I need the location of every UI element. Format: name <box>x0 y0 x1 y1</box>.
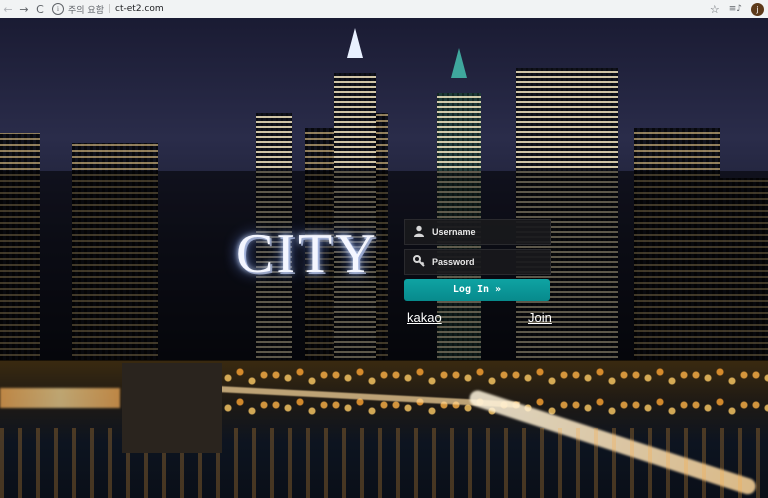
forward-icon[interactable]: → <box>16 0 32 18</box>
bridge-pillar <box>122 363 222 453</box>
password-field[interactable]: Password <box>404 249 551 275</box>
water-reflections <box>0 428 768 498</box>
user-icon <box>412 225 426 239</box>
profile-avatar[interactable]: j <box>751 2 764 16</box>
login-button[interactable]: Log In » <box>404 279 550 301</box>
login-band <box>0 171 768 361</box>
building-spire <box>451 48 467 78</box>
bookmark-star-icon[interactable]: ☆ <box>710 3 720 16</box>
address-bar[interactable]: i 주의 요함 | ct-et2.com <box>52 0 164 18</box>
join-link[interactable]: Join <box>528 310 552 325</box>
kakao-link[interactable]: kakao <box>407 310 442 325</box>
username-placeholder: Username <box>432 227 476 237</box>
city-logo: CITY <box>236 223 379 285</box>
shore-lights <box>0 388 120 408</box>
media-playlist-icon[interactable]: ≡♪ <box>729 4 742 14</box>
info-icon[interactable]: i <box>52 3 64 15</box>
back-icon[interactable]: ← <box>0 0 16 18</box>
security-label: 주의 요함 <box>68 5 104 16</box>
url-text[interactable]: ct-et2.com <box>115 4 164 14</box>
building-spire <box>347 28 363 58</box>
username-field[interactable]: Username <box>404 219 551 245</box>
separator: | <box>107 4 112 14</box>
password-placeholder: Password <box>432 257 475 267</box>
browser-toolbar: ← → C i 주의 요함 | ct-et2.com ☆ ≡♪ j <box>0 0 768 19</box>
city-background <box>0 18 768 498</box>
key-icon <box>412 255 426 269</box>
reload-icon[interactable]: C <box>32 0 48 18</box>
